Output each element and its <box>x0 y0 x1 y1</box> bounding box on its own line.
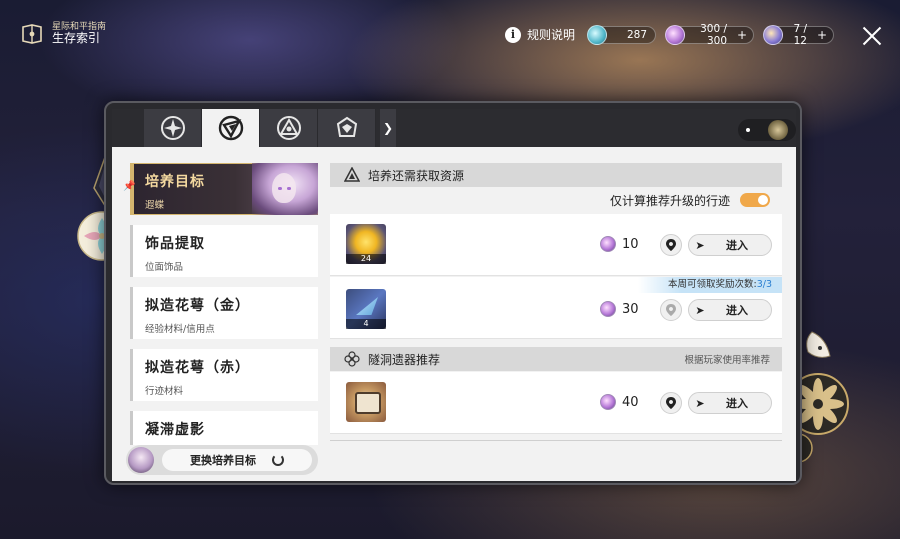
guide-book-icon <box>22 24 42 44</box>
cost-value: 30 <box>622 301 639 317</box>
arrow-right-icon: ➤ <box>695 303 705 317</box>
cost-value: 40 <box>622 394 639 410</box>
relic-cavern-thumbnail[interactable] <box>346 382 386 422</box>
section-header-resources: 培养还需获取资源 <box>330 163 782 187</box>
item-count: 4 <box>346 319 386 329</box>
list-item-title: 饰品提取 <box>145 236 205 252</box>
section-header-relics: 隧洞遗器推荐 根据玩家使用率推荐 <box>330 347 782 371</box>
power-cost: 10 <box>600 236 639 252</box>
cost-value: 10 <box>622 236 639 252</box>
tab-scroll-right-button[interactable]: ❯ <box>380 109 396 147</box>
arrow-right-icon: ➤ <box>695 396 705 410</box>
chevron-right-icon: ❯ <box>382 121 394 135</box>
trace-material-thumbnail[interactable]: 4 <box>346 289 386 329</box>
list-item-title: 凝滞虚影 <box>145 422 205 438</box>
fuel-icon <box>763 25 783 45</box>
list-item-stagnant-shadow[interactable]: 凝滞虚影 <box>130 411 318 445</box>
credit-material-thumbnail[interactable]: 24 <box>346 224 386 264</box>
frame-emblem-badge <box>738 119 796 141</box>
list-item-title: 拟造花萼（金） <box>145 298 250 314</box>
enter-button[interactable]: ➤ 进入 <box>688 392 772 414</box>
section-note: 根据玩家使用率推荐 <box>684 355 770 366</box>
trailblaze-power-counter: 300 / 300 + <box>665 23 754 47</box>
add-power-button[interactable]: + <box>735 28 749 42</box>
guide-panel-frame: ❯ 📌 培养目标 遐蝶 饰品提取 位面饰品 拟造花萼（金） 经验材料/信用点 拟… <box>104 101 802 485</box>
add-fuel-button[interactable]: + <box>815 28 829 42</box>
trailblaze-power-icon <box>600 394 616 410</box>
locate-button[interactable] <box>660 299 682 321</box>
tab-star-emblem[interactable] <box>144 109 202 147</box>
section-title: 培养还需获取资源 <box>368 168 465 183</box>
tab-triangle-emblem[interactable] <box>260 109 318 147</box>
pin-icon: 📌 <box>123 181 136 192</box>
relic-row: 40 ➤ 进入 <box>330 372 782 441</box>
tab-bar: ❯ <box>112 109 796 147</box>
locate-button[interactable] <box>660 234 682 256</box>
map-pin-icon <box>666 304 676 316</box>
list-item-ornament-extraction[interactable]: 饰品提取 位面饰品 <box>130 225 318 277</box>
enter-button[interactable]: ➤ 进入 <box>688 299 772 321</box>
recommended-traces-toggle-row: 仅计算推荐升级的行迹 <box>330 187 782 213</box>
list-item-subtitle: 位面饰品 <box>145 262 184 273</box>
badge-dot <box>746 128 750 132</box>
switch-target-button[interactable]: 更换培养目标 <box>126 445 318 475</box>
triangle-emblem-tab-icon <box>276 116 301 140</box>
guide-screen: 📌 培养目标 遐蝶 饰品提取 位面饰品 拟造花萼（金） 经验材料/信用点 拟造花… <box>112 147 796 481</box>
weekly-reward-banner: 本周可领取奖励次数:3/3 <box>638 277 782 293</box>
item-count: 24 <box>346 254 386 264</box>
enter-label: 进入 <box>726 304 748 317</box>
flower-relic-icon <box>344 351 360 367</box>
star-emblem-tab-icon <box>160 116 185 140</box>
enter-button[interactable]: ➤ 进入 <box>688 234 772 256</box>
triangle-emblem-icon <box>344 167 360 182</box>
crystal-counter[interactable]: 287 <box>587 25 656 45</box>
crystal-icon <box>587 25 607 45</box>
compass-tab-icon <box>218 115 243 141</box>
tab-crown-emblem[interactable] <box>318 109 376 147</box>
info-icon: i <box>505 26 521 43</box>
section-title: 隧洞遗器推荐 <box>368 352 441 367</box>
target-list: 📌 培养目标 遐蝶 饰品提取 位面饰品 拟造花萼（金） 经验材料/信用点 拟造花… <box>123 163 318 455</box>
trailblaze-power-icon <box>600 236 616 252</box>
close-button[interactable] <box>862 26 882 46</box>
list-item-subtitle: 经验材料/信用点 <box>145 324 215 335</box>
toggle-label: 仅计算推荐升级的行迹 <box>609 193 730 208</box>
power-cost: 30 <box>600 301 639 317</box>
power-cost: 40 <box>600 394 639 410</box>
crystal-value: 287 <box>626 29 647 41</box>
tab-compass[interactable] <box>202 109 260 147</box>
character-portrait <box>252 163 318 215</box>
locate-button[interactable] <box>660 392 682 414</box>
resource-row: 24 10 ➤ 进入 <box>330 214 782 276</box>
rules-button[interactable]: i 规则说明 <box>505 26 575 43</box>
refresh-icon <box>272 454 284 466</box>
enter-label: 进入 <box>726 397 748 410</box>
list-item-title: 拟造花萼（赤） <box>145 360 250 376</box>
trailblaze-power-value: 300 / 300 <box>700 23 727 47</box>
trailblaze-power-icon <box>600 301 616 317</box>
crown-emblem-tab-icon <box>336 116 357 137</box>
app-title: 生存索引 <box>52 31 101 46</box>
resource-row: 本周可领取奖励次数:3/3 4 30 ➤ 进入 <box>330 277 782 339</box>
resource-panel: 培养还需获取资源 仅计算推荐升级的行迹 24 10 ➤ 进入 本周可领取奖励次数… <box>330 163 782 441</box>
weekly-reward-label: 本周可领取奖励次数: <box>668 279 757 290</box>
map-pin-icon <box>666 239 676 251</box>
emblem-icon <box>768 120 788 140</box>
trailblaze-power-icon <box>665 25 685 45</box>
list-item-training-target[interactable]: 📌 培养目标 遐蝶 <box>123 163 318 215</box>
app-header: 星际和平指南 生存索引 <box>20 22 106 46</box>
enter-label: 进入 <box>726 239 748 252</box>
list-item-calyx-crimson[interactable]: 拟造花萼（赤） 行迹材料 <box>130 349 318 401</box>
list-item-subtitle: 行迹材料 <box>145 386 184 397</box>
rules-label: 规则说明 <box>527 28 576 42</box>
avatar <box>128 447 154 473</box>
switch-target-label: 更换培养目标 <box>190 454 256 467</box>
map-pin-icon <box>666 397 676 409</box>
recommended-traces-toggle[interactable] <box>740 193 770 207</box>
fuel-value: 7 / 12 <box>793 23 807 47</box>
weekly-reward-count: 3/3 <box>756 279 772 290</box>
list-item-calyx-golden[interactable]: 拟造花萼（金） 经验材料/信用点 <box>130 287 318 339</box>
fuel-counter: 7 / 12 + <box>763 23 834 47</box>
arrow-right-icon: ➤ <box>695 238 705 252</box>
